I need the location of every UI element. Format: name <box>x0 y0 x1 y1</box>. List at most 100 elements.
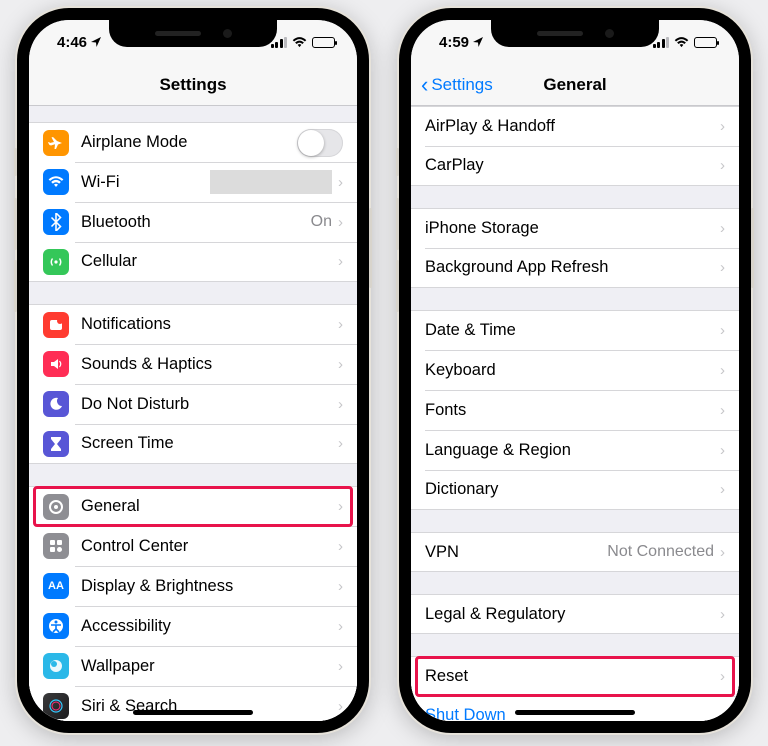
row-fonts[interactable]: Fonts › <box>411 390 739 430</box>
chevron-right-icon: › <box>338 435 343 452</box>
notification-icon <box>43 312 69 338</box>
row-label: Accessibility <box>81 617 338 636</box>
chevron-right-icon: › <box>338 658 343 675</box>
navbar: ‹ Settings General <box>411 64 739 106</box>
airplane-icon <box>43 130 69 156</box>
location-icon <box>91 37 101 47</box>
wallpaper-icon <box>43 653 69 679</box>
row-shut-down[interactable]: Shut Down <box>411 696 739 721</box>
row-notifications[interactable]: Notifications › <box>29 304 357 344</box>
row-label: Sounds & Haptics <box>81 355 338 374</box>
row-label: Keyboard <box>425 361 720 380</box>
row-siri-search[interactable]: Siri & Search › <box>29 686 357 721</box>
row-label: CarPlay <box>425 156 720 175</box>
row-keyboard[interactable]: Keyboard › <box>411 350 739 390</box>
row-value: On <box>311 213 332 231</box>
chevron-right-icon: › <box>338 356 343 373</box>
wifi-icon <box>674 37 689 48</box>
chevron-right-icon: › <box>720 402 725 419</box>
siri-icon <box>43 693 69 719</box>
cellular-icon <box>43 249 69 275</box>
chevron-right-icon: › <box>720 259 725 276</box>
sliders-icon <box>43 533 69 559</box>
row-value: Not Connected <box>607 543 714 561</box>
row-screen-time[interactable]: Screen Time › <box>29 424 357 464</box>
row-label: AirPlay & Handoff <box>425 117 720 136</box>
row-label: Do Not Disturb <box>81 395 338 414</box>
row-label: Reset <box>425 667 720 686</box>
row-language-region[interactable]: Language & Region › <box>411 430 739 470</box>
row-label: Control Center <box>81 537 338 556</box>
wifi-icon <box>43 169 69 195</box>
battery-icon <box>694 37 717 48</box>
row-iphone-storage[interactable]: iPhone Storage › <box>411 208 739 248</box>
chevron-right-icon: › <box>338 578 343 595</box>
row-label: Wallpaper <box>81 657 338 676</box>
row-label: Legal & Regulatory <box>425 605 720 624</box>
row-reset[interactable]: Reset › <box>411 656 739 696</box>
chevron-right-icon: › <box>720 481 725 498</box>
row-control-center[interactable]: Control Center › <box>29 526 357 566</box>
row-label: Dictionary <box>425 480 720 499</box>
clock: 4:59 <box>439 34 469 51</box>
wifi-icon <box>292 37 307 48</box>
row-cellular[interactable]: Cellular › <box>29 242 357 282</box>
row-label: Cellular <box>81 252 338 271</box>
row-label: Language & Region <box>425 441 720 460</box>
chevron-right-icon: › <box>720 220 725 237</box>
sounds-icon <box>43 351 69 377</box>
row-label: iPhone Storage <box>425 219 720 238</box>
chevron-right-icon: › <box>720 606 725 623</box>
row-label: General <box>81 497 338 516</box>
row-label: Display & Brightness <box>81 577 338 596</box>
location-icon <box>473 37 483 47</box>
row-legal-regulatory[interactable]: Legal & Regulatory › <box>411 594 739 634</box>
row-accessibility[interactable]: Accessibility › <box>29 606 357 646</box>
page-title: General <box>543 75 606 95</box>
row-bluetooth[interactable]: Bluetooth On › <box>29 202 357 242</box>
row-label: Bluetooth <box>81 213 311 232</box>
row-wallpaper[interactable]: Wallpaper › <box>29 646 357 686</box>
row-label: Wi-Fi <box>81 173 210 192</box>
accessibility-icon <box>43 613 69 639</box>
row-airplane-mode[interactable]: Airplane Mode <box>29 122 357 162</box>
row-label: Notifications <box>81 315 338 334</box>
chevron-right-icon: › <box>720 322 725 339</box>
home-indicator[interactable] <box>133 710 253 715</box>
wifi-value-redacted <box>210 170 332 194</box>
row-dictionary[interactable]: Dictionary › <box>411 470 739 510</box>
row-vpn[interactable]: VPN Not Connected › <box>411 532 739 572</box>
chevron-right-icon: › <box>720 544 725 561</box>
page-title: Settings <box>159 75 226 95</box>
chevron-right-icon: › <box>720 157 725 174</box>
chevron-right-icon: › <box>338 174 343 191</box>
row-general[interactable]: General › <box>29 486 357 526</box>
row-carplay[interactable]: CarPlay › <box>411 146 739 186</box>
navbar: Settings <box>29 64 357 106</box>
chevron-right-icon: › <box>338 214 343 231</box>
row-background-app-refresh[interactable]: Background App Refresh › <box>411 248 739 288</box>
row-label: Screen Time <box>81 434 338 453</box>
row-date-time[interactable]: Date & Time › <box>411 310 739 350</box>
chevron-right-icon: › <box>338 498 343 515</box>
chevron-right-icon: › <box>720 118 725 135</box>
chevron-left-icon: ‹ <box>421 74 428 96</box>
chevron-right-icon: › <box>338 253 343 270</box>
back-label: Settings <box>431 75 492 95</box>
chevron-right-icon: › <box>338 396 343 413</box>
row-airplay-handoff[interactable]: AirPlay & Handoff › <box>411 106 739 146</box>
row-sounds[interactable]: Sounds & Haptics › <box>29 344 357 384</box>
back-button[interactable]: ‹ Settings <box>421 64 493 105</box>
row-do-not-disturb[interactable]: Do Not Disturb › <box>29 384 357 424</box>
row-label: Background App Refresh <box>425 258 720 277</box>
airplane-toggle[interactable] <box>297 129 343 157</box>
chevron-right-icon: › <box>338 698 343 715</box>
chevron-right-icon: › <box>720 362 725 379</box>
chevron-right-icon: › <box>720 442 725 459</box>
chevron-right-icon: › <box>338 316 343 333</box>
row-wifi[interactable]: Wi-Fi › <box>29 162 357 202</box>
row-display-brightness[interactable]: AA Display & Brightness › <box>29 566 357 606</box>
home-indicator[interactable] <box>515 710 635 715</box>
clock: 4:46 <box>57 34 87 51</box>
bluetooth-icon <box>43 209 69 235</box>
